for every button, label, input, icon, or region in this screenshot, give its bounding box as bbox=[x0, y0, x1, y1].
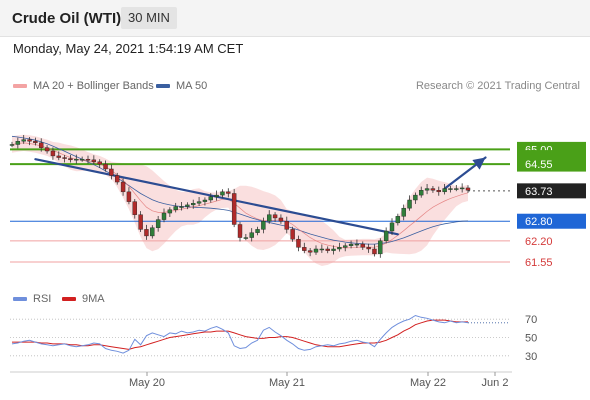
candle-body bbox=[360, 243, 365, 248]
candle-body bbox=[109, 168, 114, 176]
candle-body bbox=[448, 188, 453, 190]
candle-body bbox=[249, 232, 254, 238]
candle-body bbox=[196, 201, 202, 204]
candle-body bbox=[296, 238, 301, 248]
candle-body bbox=[307, 250, 313, 253]
candle-body bbox=[33, 141, 38, 144]
candle-body bbox=[395, 216, 401, 224]
candle-body bbox=[366, 247, 371, 250]
candle-body bbox=[424, 188, 430, 191]
candle-body bbox=[74, 158, 79, 161]
candle-body bbox=[302, 247, 307, 251]
candle-body bbox=[56, 155, 61, 158]
candle-body bbox=[231, 193, 237, 225]
rsi-tick-70: 70 bbox=[525, 314, 537, 326]
candle-body bbox=[378, 240, 383, 255]
rsi-tick-50: 50 bbox=[525, 333, 537, 345]
candle-body bbox=[436, 190, 441, 193]
candle-body bbox=[50, 150, 56, 157]
level-label-61-55: 61.55 bbox=[525, 257, 553, 269]
candle-body bbox=[407, 199, 412, 209]
level-label-63-73: 63.73 bbox=[525, 186, 553, 198]
candle-body bbox=[91, 159, 97, 162]
candle-body bbox=[331, 248, 336, 251]
candle-body bbox=[401, 207, 406, 217]
candle-body bbox=[255, 229, 260, 233]
candle-body bbox=[383, 230, 389, 242]
bollinger-band bbox=[12, 134, 468, 266]
candle-body bbox=[15, 141, 21, 145]
candle-body bbox=[313, 248, 319, 253]
x-tick-label: May 20 bbox=[129, 377, 165, 389]
candle-body bbox=[237, 224, 243, 238]
candle-body bbox=[319, 248, 325, 251]
candle-body bbox=[85, 158, 91, 161]
x-tick-label: May 22 bbox=[410, 377, 446, 389]
candle-body bbox=[419, 190, 424, 196]
candle-body bbox=[214, 194, 219, 197]
candle-body bbox=[278, 217, 284, 222]
level-label-62-20: 62.20 bbox=[525, 236, 553, 248]
candle-body bbox=[226, 191, 231, 194]
candle-body bbox=[284, 221, 289, 230]
candle-body bbox=[120, 181, 126, 193]
candle-body bbox=[68, 158, 73, 161]
x-tick-label: Jun 2 bbox=[482, 377, 509, 389]
candle-body bbox=[44, 147, 50, 152]
candle-body bbox=[138, 214, 143, 230]
candle-body bbox=[372, 248, 377, 255]
candle-body bbox=[21, 139, 26, 142]
price-chart: 65.0064.5563.7362.8062.2061.55705030May … bbox=[9, 134, 586, 389]
candle-body bbox=[430, 188, 436, 191]
candle-body bbox=[354, 243, 360, 246]
candle-body bbox=[97, 161, 102, 165]
candle-body bbox=[442, 188, 447, 193]
level-label-64-55: 64.55 bbox=[525, 159, 553, 171]
candle-body bbox=[191, 203, 196, 206]
candle-body bbox=[208, 196, 213, 201]
candle-body bbox=[272, 214, 278, 219]
candle-body bbox=[413, 194, 418, 201]
candle-body bbox=[144, 229, 149, 237]
candle-body bbox=[325, 248, 330, 251]
candle-body bbox=[290, 229, 295, 240]
candle-body bbox=[173, 206, 178, 210]
candle-body bbox=[459, 187, 465, 190]
candle-body bbox=[150, 227, 155, 237]
candle-body bbox=[454, 188, 459, 190]
candle-body bbox=[267, 214, 272, 222]
rsi-tick-30: 30 bbox=[525, 351, 537, 363]
candle-body bbox=[39, 142, 44, 148]
candle-body bbox=[185, 204, 190, 207]
candle-body bbox=[115, 175, 120, 183]
candle-body bbox=[103, 163, 108, 170]
candle-body bbox=[62, 157, 67, 159]
level-label-62-80: 62.80 bbox=[525, 216, 553, 228]
candle-body bbox=[243, 237, 249, 239]
candle-body bbox=[220, 191, 225, 196]
candle-body bbox=[337, 247, 342, 250]
resistance-zone-fill bbox=[517, 150, 586, 159]
candle-body bbox=[79, 158, 85, 161]
candle-body bbox=[27, 139, 32, 142]
candle-body bbox=[9, 144, 15, 146]
rsi-ma-line bbox=[12, 319, 468, 350]
candle-body bbox=[389, 222, 395, 232]
candle-body bbox=[132, 201, 137, 215]
candle-body bbox=[167, 209, 173, 214]
candle-body bbox=[155, 219, 161, 228]
candle-body bbox=[343, 245, 348, 248]
x-tick-label: May 21 bbox=[269, 377, 305, 389]
candle-body bbox=[261, 221, 266, 230]
candle-body bbox=[202, 199, 208, 202]
candle-body bbox=[465, 187, 471, 191]
candle-body bbox=[348, 243, 354, 246]
candle-body bbox=[126, 191, 132, 202]
candle-body bbox=[161, 212, 167, 220]
candle-body bbox=[179, 206, 184, 208]
